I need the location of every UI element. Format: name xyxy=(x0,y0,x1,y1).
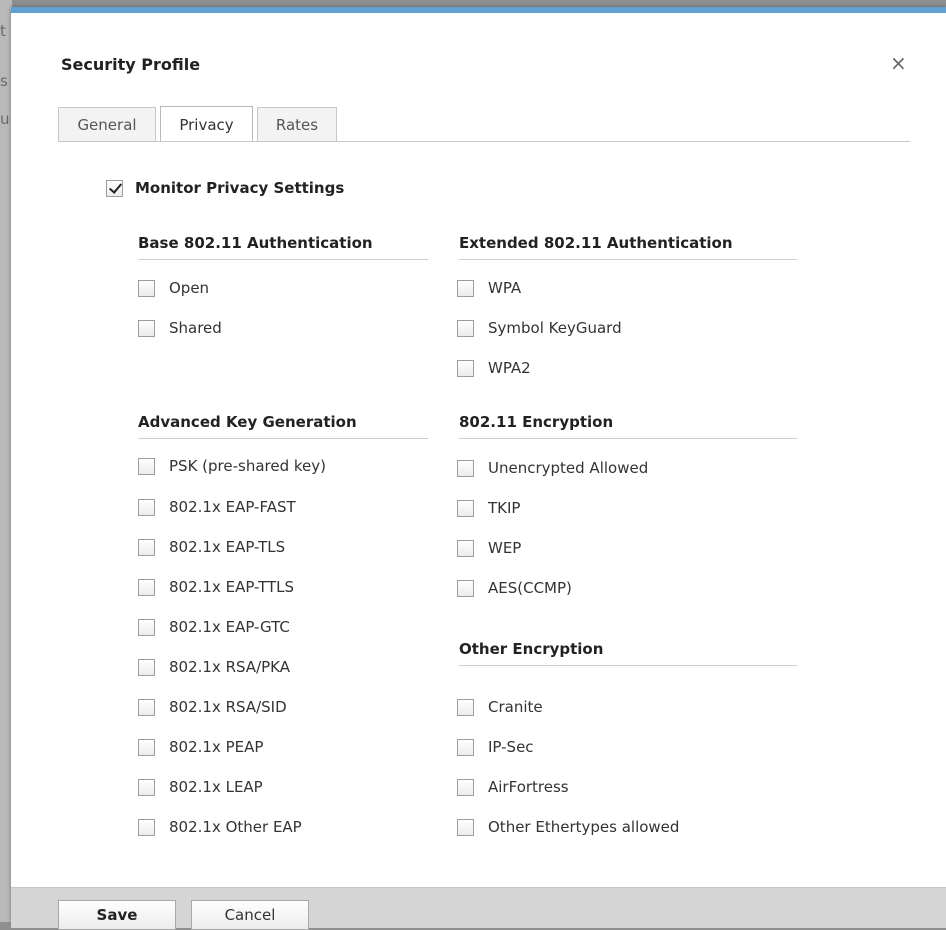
checkbox-label: Symbol KeyGuard xyxy=(488,319,622,337)
tab-label: Privacy xyxy=(179,115,234,134)
checkbox-eap-tls[interactable]: 802.1x EAP-TLS xyxy=(138,538,285,556)
checkbox[interactable] xyxy=(457,459,474,477)
monitor-privacy-checkbox[interactable] xyxy=(106,179,123,197)
checkbox-label: AirFortress xyxy=(488,778,569,796)
section-advanced-key: Advanced Key Generation xyxy=(138,412,428,439)
checkbox-unencrypted[interactable]: Unencrypted Allowed xyxy=(457,459,648,477)
tab-label: Rates xyxy=(275,115,319,134)
checkbox[interactable] xyxy=(457,359,474,377)
checkbox-label: WPA xyxy=(488,279,522,297)
tab-general[interactable]: General xyxy=(58,107,156,141)
tab-label: General xyxy=(77,115,137,134)
background-fragment: s xyxy=(0,72,8,90)
checkbox-label: Unencrypted Allowed xyxy=(488,459,649,477)
checkbox-label: Open xyxy=(169,279,210,297)
checkbox-label: 802.1x RSA/PKA xyxy=(169,658,291,676)
checkbox-rsa-sid[interactable]: 802.1x RSA/SID xyxy=(138,698,287,716)
checkbox-label: TKIP xyxy=(488,499,521,517)
checkbox-label: AES(CCMP) xyxy=(488,579,572,597)
cancel-button[interactable]: Cancel xyxy=(191,900,309,930)
checkbox-leap[interactable]: 802.1x LEAP xyxy=(138,778,263,796)
checkbox[interactable] xyxy=(138,538,155,556)
section-other-encryption: Other Encryption xyxy=(459,639,797,666)
checkbox[interactable] xyxy=(138,778,155,796)
checkbox[interactable] xyxy=(457,579,474,597)
tab-rates[interactable]: Rates xyxy=(257,107,337,141)
checkbox[interactable] xyxy=(138,818,155,836)
checkbox[interactable] xyxy=(457,698,474,716)
checkbox-label: IP-Sec xyxy=(488,738,534,756)
checkbox[interactable] xyxy=(138,618,155,636)
checkbox[interactable] xyxy=(138,578,155,596)
checkbox-open[interactable]: Open xyxy=(138,279,209,297)
checkbox-wpa2[interactable]: WPA2 xyxy=(457,359,531,377)
dialog-title: Security Profile xyxy=(61,55,201,74)
checkbox-label: Other Ethertypes allowed xyxy=(488,818,680,836)
checkbox-shared[interactable]: Shared xyxy=(138,319,222,337)
checkbox[interactable] xyxy=(457,738,474,756)
checkbox-label: 802.1x LEAP xyxy=(169,778,263,796)
checkbox[interactable] xyxy=(138,498,155,516)
checkbox-label: 802.1x RSA/SID xyxy=(169,698,287,716)
checkbox[interactable] xyxy=(457,818,474,836)
section-header: Advanced Key Generation xyxy=(138,412,428,439)
checkbox-other-eap[interactable]: 802.1x Other EAP xyxy=(138,818,302,836)
checkbox-label: 802.1x Other EAP xyxy=(169,818,302,836)
monitor-privacy-row[interactable]: Monitor Privacy Settings xyxy=(106,179,344,197)
checkbox-eap-gtc[interactable]: 802.1x EAP-GTC xyxy=(138,618,290,636)
close-icon[interactable]: × xyxy=(890,53,907,73)
checkbox-wep[interactable]: WEP xyxy=(457,539,521,557)
section-header: Other Encryption xyxy=(459,639,797,666)
checkbox-tkip[interactable]: TKIP xyxy=(457,499,520,517)
checkbox-ip-sec[interactable]: IP-Sec xyxy=(457,738,534,756)
security-profile-dialog: Security Profile × General Privacy Rates… xyxy=(11,7,946,930)
checkbox[interactable] xyxy=(457,279,474,297)
save-button[interactable]: Save xyxy=(58,900,176,930)
background-fragment: t xyxy=(0,22,6,40)
checkbox-cranite[interactable]: Cranite xyxy=(457,698,543,716)
tab-privacy[interactable]: Privacy xyxy=(160,106,253,143)
checkbox-label: PSK (pre-shared key) xyxy=(169,457,327,475)
checkbox[interactable] xyxy=(457,778,474,796)
checkbox-symbol-keyguard[interactable]: Symbol KeyGuard xyxy=(457,319,622,337)
checkbox-label: 802.1x EAP-FAST xyxy=(169,498,296,516)
checkbox-psk[interactable]: PSK (pre-shared key) xyxy=(138,457,326,475)
checkbox[interactable] xyxy=(457,539,474,557)
checkbox[interactable] xyxy=(138,738,155,756)
checkbox-rsa-pka[interactable]: 802.1x RSA/PKA xyxy=(138,658,290,676)
checkbox[interactable] xyxy=(138,279,155,297)
checkbox-label: WEP xyxy=(488,539,522,557)
checkbox[interactable] xyxy=(457,499,474,517)
checkbox-eap-fast[interactable]: 802.1x EAP-FAST xyxy=(138,498,296,516)
checkbox-airfortress[interactable]: AirFortress xyxy=(457,778,569,796)
checkbox-label: 802.1x EAP-GTC xyxy=(169,618,290,636)
checkbox-label: Cranite xyxy=(488,698,543,716)
checkbox-label: Shared xyxy=(169,319,222,337)
tab-divider xyxy=(58,141,910,142)
checkbox[interactable] xyxy=(138,658,155,676)
checkbox-aes-ccmp[interactable]: AES(CCMP) xyxy=(457,579,572,597)
section-header: Extended 802.11 Authentication xyxy=(459,233,797,260)
section-extended-auth: Extended 802.11 Authentication xyxy=(459,233,797,260)
background-fragment: u xyxy=(0,110,10,128)
checkbox-eap-ttls[interactable]: 802.1x EAP-TTLS xyxy=(138,578,294,596)
checkbox-peap[interactable]: 802.1x PEAP xyxy=(138,738,263,756)
checkbox-label: 802.1x EAP-TTLS xyxy=(169,578,295,596)
section-header: 802.11 Encryption xyxy=(459,412,797,439)
checkbox[interactable] xyxy=(138,457,155,475)
section-encryption: 802.11 Encryption xyxy=(459,412,797,439)
checkbox[interactable] xyxy=(457,319,474,337)
checkbox[interactable] xyxy=(138,319,155,337)
checkbox-label: WPA2 xyxy=(488,359,531,377)
checkbox-wpa[interactable]: WPA xyxy=(457,279,521,297)
checkbox-label: 802.1x EAP-TLS xyxy=(169,538,286,556)
monitor-privacy-label: Monitor Privacy Settings xyxy=(135,179,345,197)
section-base-auth: Base 802.11 Authentication xyxy=(138,233,428,260)
section-header: Base 802.11 Authentication xyxy=(138,233,428,260)
checkbox[interactable] xyxy=(138,698,155,716)
checkbox-other-ethertypes[interactable]: Other Ethertypes allowed xyxy=(457,818,679,836)
checkbox-label: 802.1x PEAP xyxy=(169,738,264,756)
